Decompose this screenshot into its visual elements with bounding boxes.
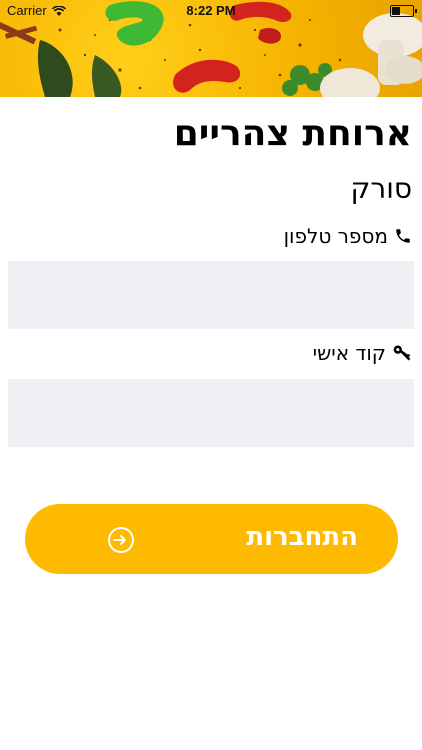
status-bar: Carrier 8:22 PM <box>0 0 422 22</box>
phone-label-text: מספר טלפון <box>283 224 388 248</box>
clock: 8:22 PM <box>186 3 236 18</box>
login-button[interactable]: התחברות <box>25 504 398 574</box>
code-field-label: קוד אישי <box>313 341 412 365</box>
key-icon <box>392 343 412 363</box>
page-title: ארוחת צהריים <box>173 113 412 154</box>
phone-icon <box>394 227 412 245</box>
login-button-label: התחברות <box>246 522 358 552</box>
phone-input[interactable] <box>8 261 414 329</box>
header-food-image: Carrier 8:22 PM <box>0 0 422 97</box>
battery-icon <box>390 5 417 17</box>
phone-field-label: מספר טלפון <box>284 224 412 248</box>
personal-code-input[interactable] <box>8 379 414 447</box>
code-label-text: קוד אישי <box>312 341 386 365</box>
page-subtitle: סורק <box>350 172 412 205</box>
sign-in-icon <box>107 526 135 557</box>
